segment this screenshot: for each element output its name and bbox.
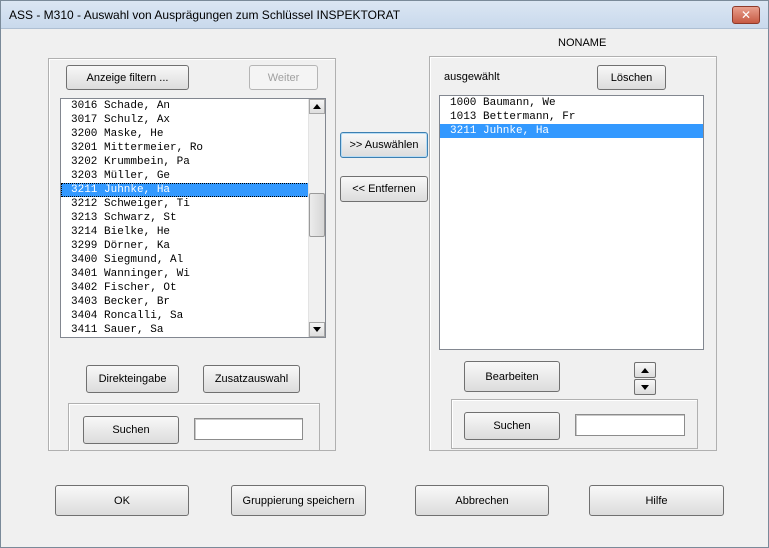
available-items: 3016 Schade, An 3017 Schulz, Ax 3200 Maske… — [61, 99, 325, 337]
arrow-down-icon — [641, 384, 649, 390]
direct-input-label: Direkteingabe — [98, 373, 167, 385]
scroll-down-button[interactable] — [309, 322, 325, 337]
list-item[interactable]: 3202 Krummbein, Pa — [61, 155, 325, 169]
list-item[interactable]: 3212 Schweiger, Ti — [61, 197, 325, 211]
title-bar: ASS - M310 - Auswahl von Ausprägungen zu… — [1, 1, 768, 29]
save-grouping-button[interactable]: Gruppierung speichern — [231, 485, 366, 516]
extra-selection-label: Zusatzauswahl — [214, 373, 289, 385]
list-item[interactable]: 3214 Bielke, He — [61, 225, 325, 239]
dialog-window: ASS - M310 - Auswahl von Ausprägungen zu… — [0, 0, 769, 548]
list-item[interactable]: 3213 Schwarz, St — [61, 211, 325, 225]
remove-label: << Entfernen — [352, 183, 416, 195]
available-items-list[interactable]: 3016 Schade, An 3017 Schulz, Ax 3200 Maske… — [60, 98, 326, 338]
extra-selection-button[interactable]: Zusatzauswahl — [203, 365, 300, 393]
direct-input-button[interactable]: Direkteingabe — [86, 365, 179, 393]
clear-button[interactable]: Löschen — [597, 65, 666, 90]
help-label: Hilfe — [645, 494, 668, 507]
arrow-up-icon — [641, 367, 649, 373]
list-item[interactable]: 3411 Sauer, Sa — [61, 323, 325, 337]
list-item[interactable]: 3402 Fischer, Ot — [61, 281, 325, 295]
list-item[interactable]: 3203 Müller, Ge — [61, 169, 325, 183]
list-item[interactable]: 3016 Schade, An — [61, 99, 325, 113]
help-button[interactable]: Hilfe — [589, 485, 724, 516]
list-item[interactable]: 1000 Baumann, We — [440, 96, 703, 110]
list-item[interactable]: 3404 Roncalli, Sa — [61, 309, 325, 323]
arrow-down-icon — [313, 327, 321, 332]
left-search-label: Suchen — [112, 424, 150, 436]
cancel-label: Abbrechen — [455, 494, 509, 507]
close-button[interactable]: ✕ — [732, 6, 760, 24]
next-label: Weiter — [267, 71, 300, 84]
selected-label: ausgewählt — [444, 71, 500, 83]
filter-display-button[interactable]: Anzeige filtern ... — [66, 65, 189, 90]
list-item[interactable]: 3299 Dörner, Ka — [61, 239, 325, 253]
edit-label: Bearbeiten — [485, 370, 539, 383]
remove-button[interactable]: << Entfernen — [340, 176, 428, 202]
left-search-button[interactable]: Suchen — [83, 416, 179, 444]
list-item[interactable]: 3403 Becker, Br — [61, 295, 325, 309]
right-search-input[interactable] — [575, 414, 685, 436]
list-item[interactable]: 3211 Juhnke, Ha — [440, 124, 703, 138]
list-item[interactable]: 3400 Siegmund, Al — [61, 253, 325, 267]
list-item[interactable]: 3211 Juhnke, Ha — [61, 183, 325, 197]
cancel-button[interactable]: Abbrechen — [415, 485, 549, 516]
list-item[interactable]: 3201 Mittermeier, Ro — [61, 141, 325, 155]
selected-items: 1000 Baumann, We 1013 Bettermann, Fr 3211 … — [440, 96, 703, 138]
right-search-button[interactable]: Suchen — [464, 412, 560, 440]
clear-label: Löschen — [610, 71, 653, 84]
left-search-input[interactable] — [194, 418, 303, 440]
edit-button[interactable]: Bearbeiten — [464, 361, 560, 392]
move-down-button[interactable] — [634, 379, 656, 395]
right-search-label: Suchen — [493, 420, 531, 432]
list-item[interactable]: 1013 Bettermann, Fr — [440, 110, 703, 124]
window-title: ASS - M310 - Auswahl von Ausprägungen zu… — [9, 8, 401, 22]
list-item[interactable]: 3401 Wanninger, Wi — [61, 267, 325, 281]
list-item[interactable]: 3200 Maske, He — [61, 127, 325, 141]
noname-label: NONAME — [558, 37, 607, 49]
select-label: >> Auswählen — [349, 139, 419, 151]
next-button[interactable]: Weiter — [249, 65, 318, 90]
filter-display-label: Anzeige filtern ... — [86, 71, 169, 84]
save-grouping-label: Gruppierung speichern — [242, 494, 355, 507]
available-list-scrollbar[interactable] — [308, 99, 325, 337]
scroll-up-button[interactable] — [309, 99, 325, 114]
select-button[interactable]: >> Auswählen — [340, 132, 428, 158]
move-up-button[interactable] — [634, 362, 656, 378]
list-item[interactable]: 3017 Schulz, Ax — [61, 113, 325, 127]
scroll-thumb[interactable] — [309, 193, 325, 237]
arrow-up-icon — [313, 104, 321, 109]
ok-button[interactable]: OK — [55, 485, 189, 516]
selected-items-list[interactable]: 1000 Baumann, We 1013 Bettermann, Fr 3211 … — [439, 95, 704, 350]
close-icon: ✕ — [740, 8, 752, 22]
ok-label: OK — [114, 494, 130, 507]
